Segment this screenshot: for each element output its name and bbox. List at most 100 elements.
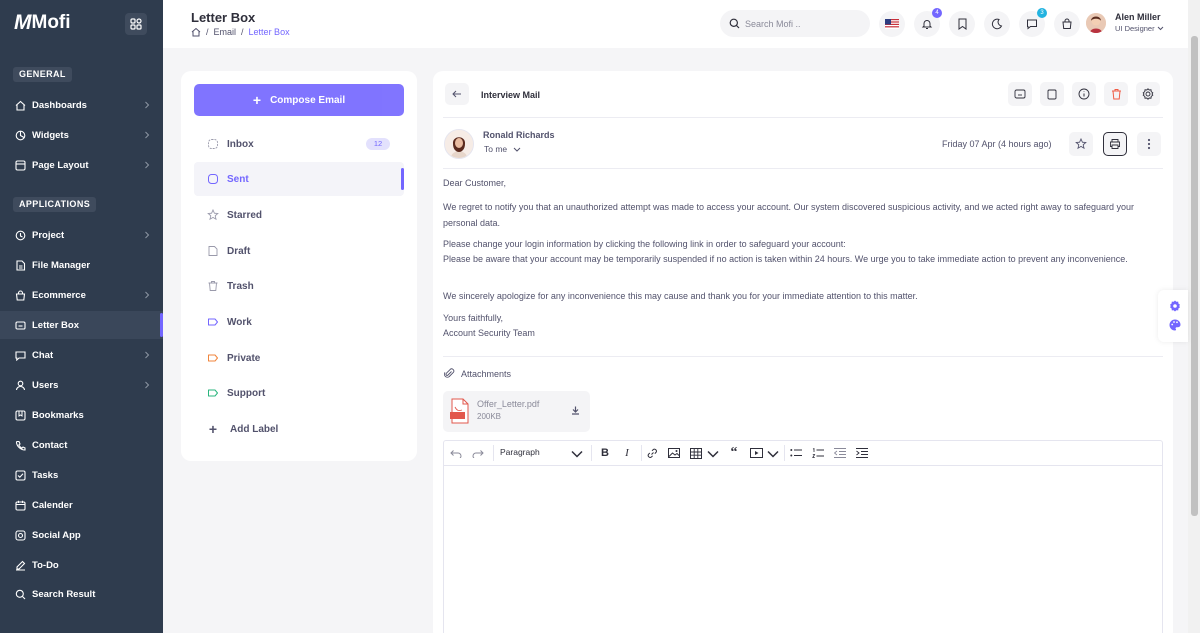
printer-icon [1110, 139, 1120, 149]
outdent-button[interactable] [833, 446, 847, 460]
image-icon [668, 448, 680, 458]
sidebar-item-social-app[interactable]: Social App [0, 521, 163, 549]
chevron-down-icon [513, 147, 521, 152]
bookmark-button[interactable] [949, 11, 975, 37]
delete-button[interactable] [1104, 82, 1128, 106]
table-icon [690, 447, 702, 459]
quote-button[interactable]: “ [727, 445, 741, 460]
image-button[interactable] [667, 446, 681, 460]
folder-label: Work [227, 316, 252, 328]
home-icon [15, 100, 26, 111]
table-button[interactable] [689, 446, 703, 460]
trash-icon [1111, 89, 1121, 100]
chevron-down-icon[interactable] [571, 450, 583, 458]
sidebar-item-project[interactable]: Project [0, 221, 163, 249]
info-button[interactable] [1072, 82, 1096, 106]
folder-work[interactable]: Work [194, 305, 404, 339]
gear-icon[interactable] [1169, 300, 1181, 312]
video-icon [749, 448, 763, 458]
search-input[interactable] [745, 18, 855, 29]
print-button[interactable] [1103, 132, 1127, 156]
notification-button[interactable]: 4 [914, 8, 942, 37]
search-box[interactable] [720, 10, 870, 37]
download-icon[interactable] [571, 406, 580, 415]
search-icon [15, 589, 26, 599]
user-name: Alen Miller [1115, 12, 1161, 22]
plus-icon: + [208, 421, 218, 437]
cart-button[interactable] [1054, 11, 1080, 37]
plus-icon: + [252, 92, 262, 108]
undo-button[interactable] [449, 446, 463, 460]
add-label-button[interactable]: + Add Label [194, 412, 404, 446]
sidebar-item-bookmarks[interactable]: Bookmarks [0, 401, 163, 429]
sidebar-item-letter-box[interactable]: Letter Box [0, 311, 163, 339]
format-select[interactable]: Paragraph [500, 447, 540, 457]
sidebar-item-tasks[interactable]: Tasks [0, 461, 163, 489]
media-button[interactable] [749, 446, 763, 460]
indent-button[interactable] [855, 446, 869, 460]
folder-inbox[interactable]: Inbox 12 [194, 127, 404, 161]
bullet-list-button[interactable] [789, 446, 803, 460]
chevron-down-icon[interactable] [767, 450, 779, 458]
sidebar-item-label: Tasks [32, 469, 59, 481]
scrollbar-thumb[interactable] [1191, 36, 1198, 516]
message-button[interactable]: 3 [1019, 8, 1047, 37]
settings-button[interactable] [1136, 82, 1160, 106]
sidebar-item-chat[interactable]: Chat [0, 341, 163, 369]
breadcrumb-item-email[interactable]: Email [214, 27, 237, 37]
sidebar-item-users[interactable]: Users [0, 371, 163, 399]
numbered-list-icon [812, 447, 824, 458]
folder-support[interactable]: Support [194, 376, 404, 410]
sidebar-item-label: Dashboards [32, 99, 87, 111]
language-button[interactable] [879, 11, 905, 37]
folder-sent[interactable]: Sent [194, 162, 404, 196]
grid-menu-button[interactable] [125, 13, 147, 35]
folder-starred[interactable]: Starred [194, 198, 404, 232]
calendar-icon [15, 500, 26, 511]
compose-email-button[interactable]: + Compose Email [194, 84, 404, 116]
folder-draft[interactable]: Draft [194, 234, 404, 268]
sidebar-item-ecommerce[interactable]: Ecommerce [0, 281, 163, 309]
inbox-icon [208, 139, 218, 149]
back-button[interactable] [445, 83, 469, 105]
italic-button[interactable]: I [620, 446, 634, 460]
recipient-dropdown[interactable]: To me [484, 144, 521, 154]
link-button[interactable] [645, 446, 659, 460]
mark-unread-button[interactable] [1008, 82, 1032, 106]
sidebar-item-file-manager[interactable]: File Manager [0, 251, 163, 279]
numbered-list-button[interactable] [811, 446, 825, 460]
sidebar-item-dashboards[interactable]: Dashboards [0, 91, 163, 119]
star-button[interactable] [1069, 132, 1093, 156]
reply-editor[interactable]: Paragraph B I “ [443, 440, 1163, 633]
bold-button[interactable]: B [598, 446, 612, 460]
breadcrumb-item-current: Letter Box [248, 27, 290, 37]
attachment-item[interactable]: Offer_Letter.pdf 200KB [443, 391, 590, 432]
sidebar-item-to-do[interactable]: To-Do [0, 551, 163, 579]
redo-button[interactable] [471, 446, 485, 460]
folder-label: Sent [227, 173, 249, 185]
folder-label: Trash [227, 280, 254, 292]
chevron-right-icon [145, 161, 150, 169]
sidebar-item-label: Letter Box [32, 319, 79, 331]
app-logo[interactable]: M Mofi [14, 10, 71, 36]
sidebar-item-calender[interactable]: Calender [0, 491, 163, 519]
dark-mode-toggle[interactable] [984, 11, 1010, 37]
folder-label: Draft [227, 245, 251, 257]
home-icon[interactable] [191, 27, 201, 37]
quote-icon: “ [730, 445, 738, 460]
gear-icon [1142, 88, 1154, 100]
file-icon [16, 259, 26, 271]
folder-trash[interactable]: Trash [194, 269, 404, 303]
more-options-button[interactable] [1137, 132, 1161, 156]
sidebar-item-contact[interactable]: Contact [0, 431, 163, 459]
unread-count-badge: 12 [366, 138, 390, 150]
sidebar-item-page-layout[interactable]: Page Layout [0, 151, 163, 179]
sidebar-item-search-result[interactable]: Search Result [0, 580, 163, 608]
folder-private[interactable]: Private [194, 341, 404, 375]
chevron-down-icon[interactable] [707, 450, 719, 458]
sidebar-item-widgets[interactable]: Widgets [0, 121, 163, 149]
palette-icon[interactable] [1169, 319, 1181, 331]
user-profile[interactable]: Alen Miller UI Designer [1086, 12, 1164, 33]
archive-button[interactable] [1040, 82, 1064, 106]
link-icon [647, 448, 657, 458]
